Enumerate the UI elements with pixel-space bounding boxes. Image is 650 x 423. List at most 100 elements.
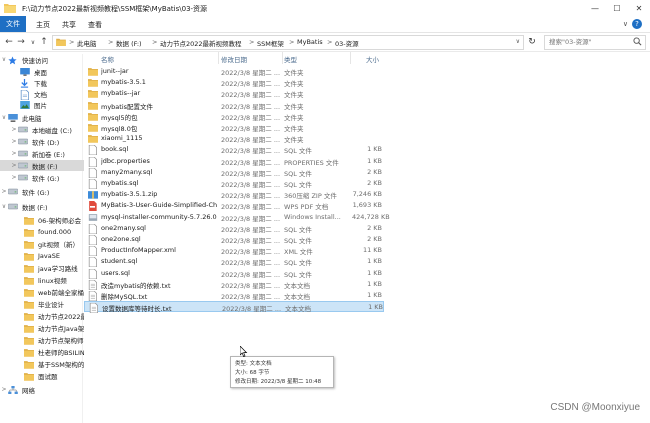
sidebar-item[interactable]: > 软件 (G:)	[0, 172, 92, 183]
breadcrumb-ssm[interactable]: SSM框架	[257, 38, 284, 48]
file-date: 2022/3/8 星期二 ...	[221, 136, 281, 145]
sidebar-item[interactable]: ∨ 数据 (F:)	[0, 201, 82, 212]
txt-icon	[88, 279, 98, 291]
tooltip-size: 大小: 68 字节	[235, 370, 270, 376]
chevron-icon[interactable]: >	[10, 162, 18, 169]
file-row[interactable]: mybatis配置文件 2022/3/8 星期二 ... 文件夹	[84, 100, 384, 111]
sidebar-item[interactable]: 桌面	[0, 66, 94, 77]
chevron-icon[interactable]: >	[10, 174, 18, 181]
file-row[interactable]: student.sql 2022/3/8 星期二 ... SQL 文件 1 KB	[84, 256, 384, 268]
breadcrumb-current-folder[interactable]: 03-资源	[335, 38, 359, 48]
column-size[interactable]: 大小	[366, 54, 379, 64]
search-box[interactable]	[544, 35, 646, 50]
up-button[interactable]: ↑	[38, 36, 50, 48]
tab-home[interactable]: 主页	[36, 20, 50, 30]
sidebar-item[interactable]: 图片	[0, 99, 94, 110]
file-name: junit--jar	[101, 67, 129, 75]
file-date: 2022/3/8 星期二 ...	[221, 69, 281, 77]
sidebar-item-label: JavaSE	[38, 251, 60, 260]
file-size: 2 KB	[367, 167, 382, 176]
file-name: student.sql	[101, 257, 138, 266]
file-icon	[88, 145, 98, 156]
chevron-down-icon[interactable]: ∨	[516, 38, 520, 45]
file-tooltip: 类型: 文本文档 大小: 68 字节 修改日期: 2022/3/8 星期二 10…	[230, 356, 334, 388]
chevron-icon[interactable]: ∨	[0, 56, 8, 63]
sidebar-item[interactable]: > 本地磁盘 (C:)	[0, 124, 92, 135]
tab-view[interactable]: 查看	[88, 20, 102, 30]
file-row[interactable]: junit--jar 2022/3/8 星期二 ... 文件夹	[84, 66, 384, 77]
file-row[interactable]: mysql-installer-community-5.7.26.0.msi 20…	[84, 212, 390, 223]
file-row[interactable]: mybatis-3.5.1.zip 2022/3/8 星期二 ... 360压缩 Z…	[84, 189, 384, 200]
help-icon[interactable]: ?	[632, 19, 642, 29]
file-row[interactable]: jdbc.properties 2022/3/8 星期二 ... PROPERTIE…	[84, 156, 384, 167]
desktop-icon	[20, 67, 30, 76]
chevron-icon[interactable]: >	[10, 126, 18, 133]
chevron-icon[interactable]: >	[10, 138, 18, 145]
file-row[interactable]: MyBatis-3-User-Guide-Simplified-Chi... 20…	[84, 200, 384, 212]
breadcrumb-course-folder[interactable]: 动力节点2022最新视频教程	[160, 38, 242, 48]
file-row[interactable]: many2many.sql 2022/3/8 星期二 ... SQL 文件 2 KB	[84, 167, 384, 179]
sidebar-item[interactable]: > 软件 (D:)	[0, 136, 92, 147]
file-row[interactable]: one2one.sql 2022/3/8 星期二 ... SQL 文件 2 KB	[84, 234, 384, 246]
chevron-icon[interactable]: >	[10, 150, 18, 157]
file-row[interactable]: mysql5的包 2022/3/8 星期二 ... 文件夹	[84, 111, 384, 122]
chevron-down-icon[interactable]: ∨	[623, 20, 628, 28]
file-row[interactable]: 设置数据库等待时长.txt 2022/3/8 星期二 ... 文本文档 1 KB	[84, 301, 384, 314]
file-type: 文件夹	[284, 125, 304, 133]
maximize-button[interactable]: ☐	[606, 0, 628, 16]
tab-share[interactable]: 共享	[62, 20, 76, 30]
file-row[interactable]: mybatis-3.5.1 2022/3/8 星期二 ... 文件夹	[84, 77, 384, 88]
sidebar-item-label: found.000	[38, 227, 72, 236]
file-name: mysql5的包	[101, 113, 138, 122]
back-button[interactable]: ←	[3, 36, 15, 48]
chevron-icon[interactable]: >	[0, 386, 8, 393]
column-date[interactable]: 修改日期	[221, 54, 247, 64]
sidebar-item[interactable]: 下载	[0, 77, 94, 88]
search-input[interactable]	[545, 36, 633, 47]
column-name[interactable]: 名称	[101, 54, 114, 64]
file-row[interactable]: xiaomi_1115 2022/3/8 星期二 ... 文件夹	[84, 133, 384, 144]
file-row[interactable]: 删除MySQL.txt 2022/3/8 星期二 ... 文本文档 1 KB	[84, 290, 384, 302]
sidebar-item-label: 毕业设计	[38, 300, 64, 309]
chevron-icon[interactable]: >	[0, 188, 8, 195]
breadcrumb-drive-f[interactable]: 数据 (F:)	[116, 38, 142, 48]
chevron-icon[interactable]: ∨	[0, 114, 8, 121]
sidebar-item[interactable]: ∨ 快速访问	[0, 54, 82, 65]
sidebar-item[interactable]: 文档	[0, 88, 94, 100]
tab-file[interactable]: 文件	[0, 16, 26, 32]
folder-icon	[88, 101, 98, 110]
file-row[interactable]: one2many.sql 2022/3/8 星期二 ... SQL 文件 2 KB	[84, 223, 384, 235]
sidebar-item-label: git视频（新）	[38, 240, 79, 249]
file-row[interactable]: mybatis--jar 2022/3/8 星期二 ... 文件夹	[84, 88, 384, 99]
column-type[interactable]: 类型	[284, 54, 297, 64]
minimize-button[interactable]: —	[584, 0, 606, 16]
breadcrumb-mybatis[interactable]: MyBatis	[297, 38, 323, 46]
file-icon	[88, 178, 98, 190]
file-row[interactable]: mysql8.0包 2022/3/8 星期二 ... 文件夹	[84, 122, 384, 133]
sidebar-item-label: 快速访问	[22, 56, 48, 65]
forward-button[interactable]: →	[15, 36, 27, 48]
file-name: mybatis配置文件	[101, 102, 154, 111]
file-row[interactable]: ProductInfoMapper.xml 2022/3/8 星期二 ... XML…	[84, 245, 384, 257]
close-button[interactable]: ✕	[628, 0, 650, 16]
sidebar-item[interactable]: ∨ 此电脑	[0, 112, 82, 123]
drive-icon	[17, 126, 29, 134]
breadcrumb-this-pc[interactable]: 此电脑	[77, 38, 97, 48]
file-row[interactable]: 改造mybatis的依赖.txt 2022/3/8 星期二 ... 文本文档 1 KB	[84, 279, 384, 291]
sidebar-item[interactable]: > 软件 (G:)	[0, 186, 82, 197]
file-row[interactable]: book.sql 2022/3/8 星期二 ... SQL 文件 1 KB	[84, 144, 384, 156]
file-date: 2022/3/8 星期二 ...	[221, 259, 281, 268]
sidebar-item-label: 基于SSM架构的商	[38, 360, 91, 369]
folder-icon	[24, 288, 34, 297]
file-size: 1 KB	[367, 268, 382, 277]
sidebar-item[interactable]: > 数据 (F:)	[0, 160, 92, 171]
sidebar-item[interactable]: > 新加卷 (E:)	[0, 148, 92, 159]
chevron-icon[interactable]: ∨	[0, 203, 8, 210]
refresh-button[interactable]: ↻	[526, 36, 538, 48]
address-bar[interactable]: > 此电脑 > 数据 (F:) > 动力节点2022最新视频教程 > SSM框架…	[52, 35, 524, 50]
file-type: 360压缩 ZIP 文件	[284, 192, 337, 201]
file-row[interactable]: mybatis.sql 2022/3/8 星期二 ... SQL 文件 2 KB	[84, 178, 384, 190]
sidebar-item[interactable]: > 网络	[0, 384, 82, 395]
file-row[interactable]: users.sql 2022/3/8 星期二 ... SQL 文件 1 KB	[84, 268, 384, 279]
pdf-icon	[88, 201, 98, 212]
